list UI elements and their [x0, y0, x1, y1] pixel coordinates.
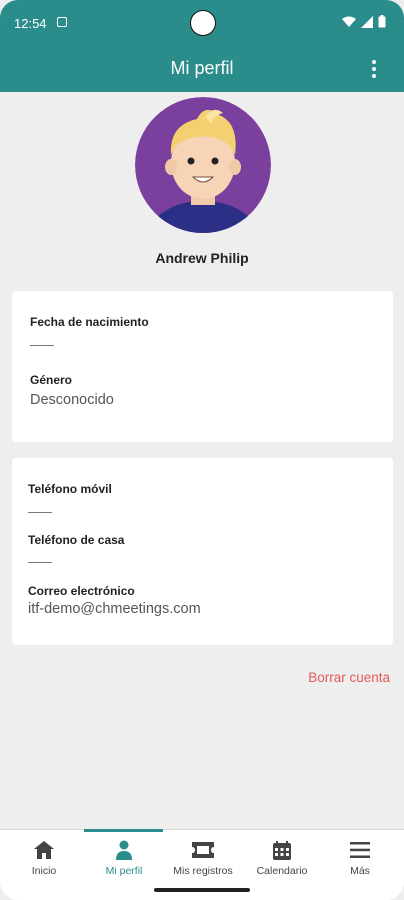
nav-item-profile[interactable]: Mi perfil: [94, 830, 154, 890]
more-options-icon[interactable]: [364, 59, 384, 79]
nav-label-home: Inicio: [31, 865, 57, 877]
nav-label-calendar: Calendario: [256, 865, 308, 877]
camera-cutout: [190, 10, 216, 36]
app-bar: Mi perfil: [0, 46, 404, 92]
nav-label-registrations: Mis registros: [173, 865, 233, 877]
avatar-illustration: [135, 97, 271, 233]
mobile-phone-empty-value: [28, 512, 52, 513]
calendar-icon: [273, 840, 291, 860]
mobile-phone-label: Teléfono móvil: [28, 482, 112, 496]
email-label: Correo electrónico: [28, 584, 135, 598]
battery-icon: [378, 15, 386, 28]
status-icons: [342, 15, 386, 28]
birthdate-label: Fecha de nacimiento: [30, 315, 149, 329]
nav-label-more: Más: [350, 865, 370, 877]
menu-icon: [350, 842, 370, 858]
status-time: 12:54: [14, 16, 47, 31]
screen: 12:54 Mi perfil Andrew Philip Fecha de n…: [0, 0, 404, 900]
ticket-icon: [192, 842, 214, 858]
gender-value: Desconocido: [30, 392, 114, 408]
avatar[interactable]: [135, 97, 271, 233]
notification-app-icon: [57, 17, 67, 27]
status-bar: 12:54: [0, 0, 404, 46]
home-icon: [34, 841, 54, 859]
contact-info-card: Teléfono móvil Teléfono de casa Correo e…: [12, 458, 393, 645]
email-value: itf-demo@chmeetings.com: [28, 601, 201, 617]
home-phone-label: Teléfono de casa: [28, 533, 125, 547]
gender-label: Género: [30, 373, 73, 387]
nav-item-more[interactable]: Más: [330, 830, 390, 890]
nav-label-profile: Mi perfil: [105, 865, 143, 877]
signal-icon: [361, 15, 373, 28]
birthdate-empty-value: [30, 345, 54, 346]
nav-item-home[interactable]: Inicio: [14, 830, 74, 890]
delete-account-button[interactable]: Borrar cuenta: [308, 670, 390, 685]
page-title: Mi perfil: [170, 58, 234, 78]
nav-item-registrations[interactable]: Mis registros: [166, 830, 240, 890]
wifi-icon: [342, 16, 356, 27]
person-icon: [116, 840, 132, 860]
nav-item-calendar[interactable]: Calendario: [250, 830, 314, 890]
home-indicator[interactable]: [154, 888, 250, 892]
home-phone-empty-value: [28, 562, 52, 563]
user-name: Andrew Philip: [155, 250, 249, 266]
personal-info-card: Fecha de nacimiento Género Desconocido: [12, 291, 393, 442]
